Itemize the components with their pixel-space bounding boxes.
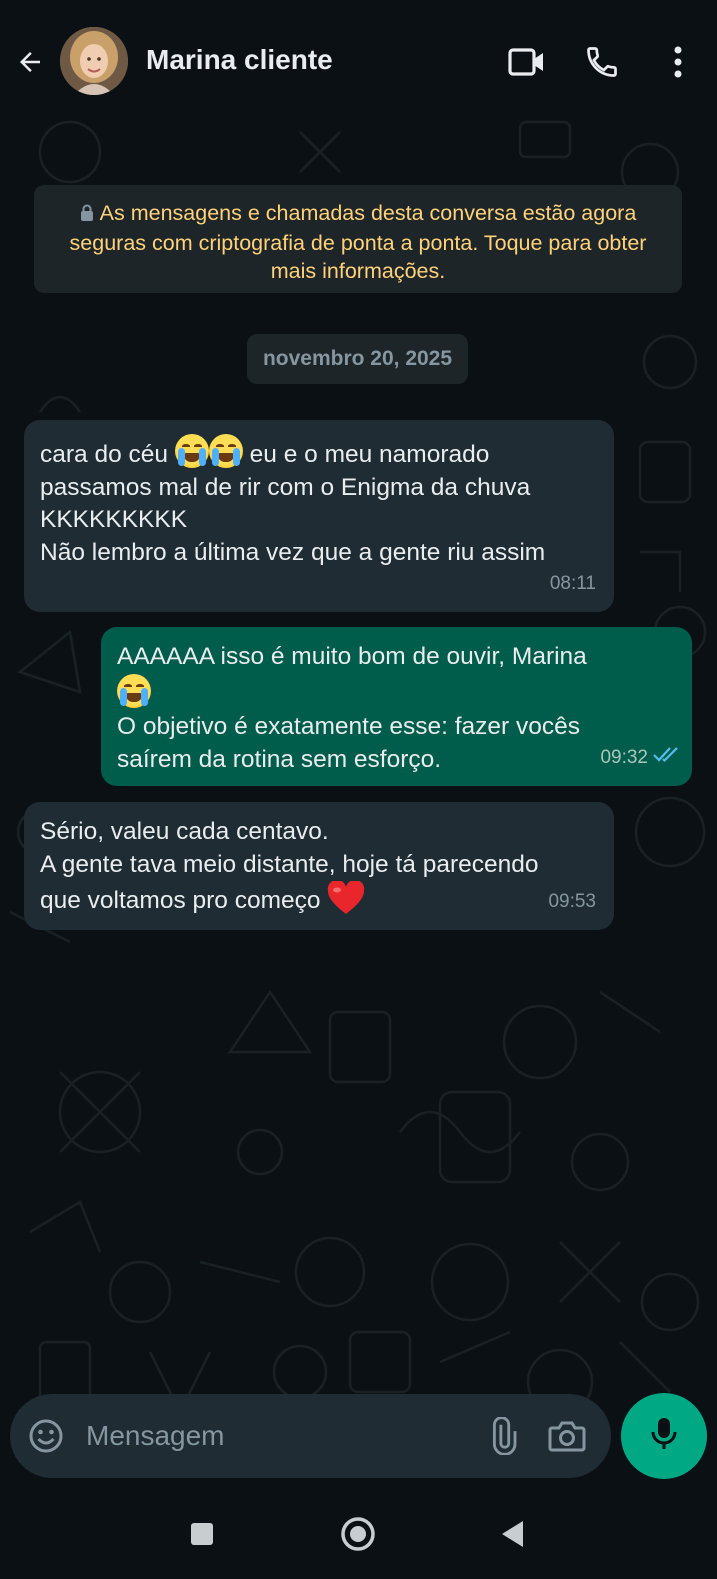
message-line: O objetivo é exatamente esse: fazer você… — [117, 713, 581, 740]
message-bubble-incoming[interactable]: cara do céu eu e o meu namorado passamos… — [24, 420, 614, 612]
video-call-icon[interactable] — [505, 40, 549, 84]
message-time: 09:53 — [548, 890, 596, 912]
camera-icon[interactable] — [545, 1414, 589, 1458]
phone-call-icon[interactable] — [580, 40, 624, 84]
read-receipt-icon — [652, 740, 680, 773]
more-options-icon[interactable] — [656, 40, 700, 84]
red-heart-emoji — [327, 879, 365, 925]
message-line: A gente tava meio distante, hoje tá pare… — [40, 850, 539, 878]
message-line: KKKKKKKKK — [40, 506, 188, 533]
message-line: cara do céu — [40, 441, 169, 468]
attach-icon[interactable] — [480, 1414, 524, 1458]
message-line: que voltamos pro começo — [40, 887, 321, 914]
back-arrow-icon[interactable] — [10, 42, 50, 82]
contact-name[interactable]: Marina cliente — [146, 44, 333, 76]
mic-icon — [649, 1416, 679, 1457]
encryption-notice-text: As mensagens e chamadas desta conversa e… — [69, 201, 647, 283]
recent-apps-icon[interactable] — [180, 1512, 224, 1556]
message-composer — [10, 1394, 611, 1478]
message-text: cara do céu eu e o meu namorado passamos… — [40, 434, 598, 569]
back-nav-icon[interactable] — [490, 1512, 534, 1556]
message-line: eu e o meu namorado — [249, 441, 490, 468]
avatar[interactable] — [60, 27, 128, 95]
date-separator: novembro 20, 2025 — [247, 334, 468, 384]
message-input[interactable] — [86, 1418, 476, 1454]
loudly-crying-face-emoji — [174, 434, 209, 468]
encryption-notice[interactable]: As mensagens e chamadas desta conversa e… — [34, 185, 682, 293]
message-text: AAAAAA isso é muito bom de ouvir, Marina… — [117, 641, 676, 776]
message-line: passamos mal de rir com o Enigma da chuv… — [40, 473, 531, 501]
message-time: 08:11 — [549, 572, 596, 594]
message-time: 09:32 — [600, 746, 648, 768]
message-line: Sério, valeu cada centavo. — [40, 818, 329, 845]
home-icon[interactable] — [336, 1512, 380, 1556]
loudly-crying-face-emoji — [208, 434, 243, 468]
message-bubble-incoming[interactable]: Sério, valeu cada centavo. A gente tava … — [24, 802, 614, 930]
message-line: Não lembro a última vez que a gente riu … — [40, 538, 546, 566]
emoji-icon[interactable] — [24, 1414, 68, 1458]
chat-header: Marina cliente — [0, 0, 717, 118]
face-with-tears-of-joy-emoji — [117, 673, 151, 708]
lock-icon — [80, 201, 94, 229]
message-bubble-outgoing[interactable]: AAAAAA isso é muito bom de ouvir, Marina… — [101, 627, 692, 786]
system-navigation-bar — [0, 1492, 717, 1579]
message-line: AAAAAA isso é muito bom de ouvir, Marina — [117, 643, 587, 670]
message-line: saírem da rotina sem esforço. — [117, 745, 442, 773]
mic-button[interactable] — [621, 1393, 707, 1479]
message-text: Sério, valeu cada centavo. A gente tava … — [40, 816, 598, 925]
